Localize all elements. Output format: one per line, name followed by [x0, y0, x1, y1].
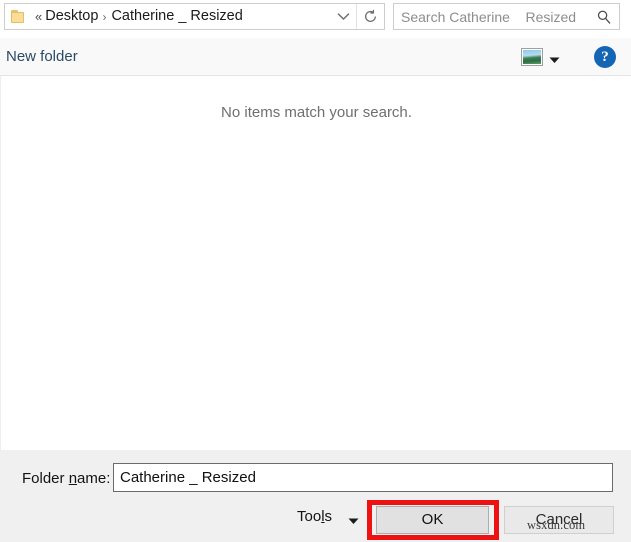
folder-name-label-accelerator: n — [68, 470, 78, 487]
ok-button[interactable]: OK — [376, 506, 489, 534]
breadcrumb-item-catherine-resized[interactable]: Catherine _ Resized — [111, 9, 242, 24]
breadcrumb-item-desktop[interactable]: Desktop — [45, 9, 98, 24]
folder-name-input[interactable] — [113, 463, 613, 492]
empty-state-message: No items match your search. — [221, 104, 412, 121]
picture-view-icon[interactable] — [521, 48, 543, 66]
folder-icon — [11, 9, 27, 24]
address-bar[interactable]: « Desktop › Catherine _ Resized — [4, 3, 385, 30]
search-input[interactable]: Search Catherine _ Resized — [394, 10, 589, 24]
folder-name-label: Folder name: — [22, 470, 110, 488]
help-icon[interactable]: ? — [594, 46, 616, 68]
breadcrumb: « Desktop › Catherine _ Resized — [32, 9, 331, 24]
dialog-top-bar: « Desktop › Catherine _ Resized Search C… — [0, 0, 631, 33]
folder-name-label-pre: Folder — [22, 470, 69, 487]
file-list-pane[interactable]: No items match your search. — [0, 76, 631, 450]
tools-chevron-down-icon[interactable] — [348, 513, 359, 524]
view-options-chevron-down-icon[interactable] — [549, 52, 560, 63]
breadcrumb-separator-icon[interactable]: › — [98, 11, 111, 23]
tools-button[interactable]: Tools — [297, 508, 332, 526]
watermark: wsxdn.com — [527, 518, 586, 532]
folder-name-label-post: ame: — [77, 470, 111, 487]
breadcrumb-overflow-icon[interactable]: « — [32, 10, 45, 23]
refresh-icon[interactable] — [356, 4, 384, 29]
chevron-down-icon[interactable] — [331, 4, 356, 29]
search-box[interactable]: Search Catherine _ Resized — [393, 3, 620, 30]
new-folder-button[interactable]: New folder — [4, 47, 80, 66]
tools-label-post: s — [324, 508, 333, 525]
tools-label-pre: Too — [297, 508, 322, 525]
search-icon[interactable] — [589, 4, 619, 29]
